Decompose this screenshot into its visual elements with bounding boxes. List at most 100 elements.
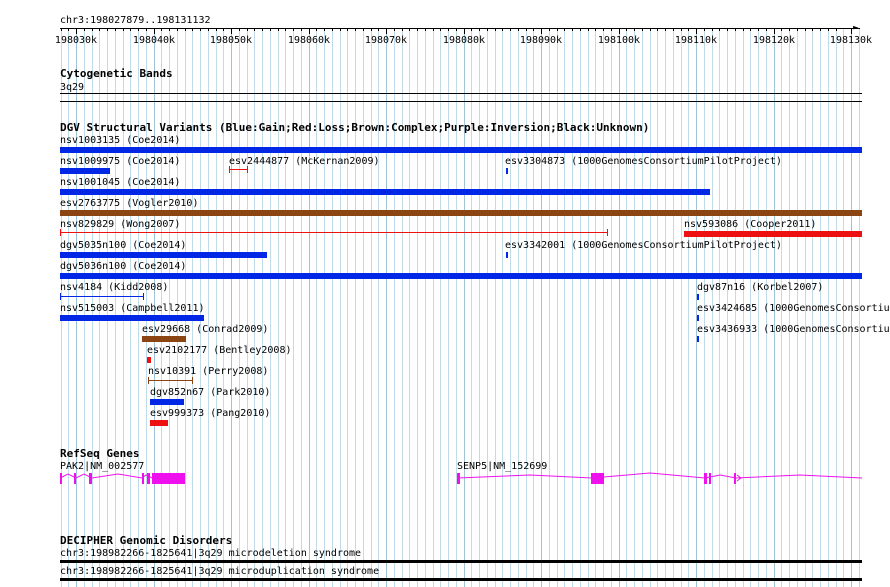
ruler-minor-tick [138,28,139,31]
ruler-minor-tick [464,28,465,31]
ruler-minor-tick [185,28,186,31]
grid-line [479,28,480,587]
dgv-feature-label[interactable]: nsv593086 (Cooper2011) [684,219,816,230]
dgv-feature-label[interactable]: esv2102177 (Bentley2008) [147,345,292,356]
ruler-minor-tick [657,28,658,31]
decipher-feature-bar[interactable] [60,578,862,581]
ruler-minor-tick [154,28,155,31]
dgv-feature-cap [60,293,61,300]
grid-line [657,28,658,587]
grid-line [433,28,434,587]
grid-line [502,28,503,587]
dgv-feature-line[interactable] [60,232,608,233]
cytoband-line [60,93,862,94]
dgv-feature-bar[interactable] [60,189,710,195]
ruler-minor-tick [278,28,279,31]
ruler-minor-tick [634,28,635,31]
grid-line [239,28,240,587]
dgv-feature-cap [247,166,248,173]
ruler-minor-tick [479,28,480,31]
grid-line [417,28,418,587]
ruler-minor-tick [626,28,627,31]
dgv-track-title[interactable]: DGV Structural Variants (Blue:Gain;Red:L… [60,122,649,133]
dgv-feature-label[interactable]: nsv1003135 (Coe2014) [60,135,180,146]
ruler-tick-label: 198070k [364,35,408,46]
dgv-feature-label[interactable]: nsv829829 (Wong2007) [60,219,180,230]
dgv-feature-label[interactable]: dgv852n67 (Park2010) [150,387,270,398]
ruler-minor-tick [216,28,217,31]
ruler-minor-tick [254,28,255,31]
refseq-gene-models[interactable] [0,465,890,489]
dgv-feature-label[interactable]: esv29668 (Conrad2009) [142,324,268,335]
dgv-feature-label[interactable]: nsv515003 (Campbell2011) [60,303,205,314]
grid-line [626,28,627,587]
dgv-feature-line[interactable] [148,380,193,381]
gene-exon [709,473,711,484]
dgv-feature-bar[interactable] [150,399,184,405]
dgv-feature-label[interactable]: nsv10391 (Perry2008) [148,366,268,377]
ruler-minor-tick [735,28,736,31]
dgv-feature-label[interactable]: esv2763775 (Vogler2010) [60,198,198,209]
dgv-feature-bar[interactable] [150,420,168,426]
ruler-minor-tick [355,28,356,31]
dgv-feature-bar[interactable] [60,315,204,321]
dgv-feature-label[interactable]: esv3436933 (1000GenomesConsortiumPilotPr… [697,324,890,335]
grid-line [378,28,379,587]
dgv-feature-label[interactable]: nsv4184 (Kidd2008) [60,282,168,293]
dgv-feature-label[interactable]: nsv1009975 (Coe2014) [60,156,180,167]
dgv-feature-label[interactable]: esv3342001 (1000GenomesConsortiumPilotPr… [505,240,782,251]
dgv-feature-bar[interactable] [697,294,699,300]
cytoband-track-title[interactable]: Cytogenetic Bands [60,68,173,79]
grid-line [409,28,410,587]
dgv-feature-bar[interactable] [60,147,862,153]
dgv-feature-label[interactable]: esv3424685 (1000GenomesConsortiumPilotPr… [697,303,890,314]
ruler-minor-tick [603,28,604,31]
dgv-feature-line[interactable] [229,169,248,170]
ruler-minor-tick [619,28,620,31]
grid-line [394,28,395,587]
dgv-feature-label[interactable]: esv3304873 (1000GenomesConsortiumPilotPr… [505,156,782,167]
ruler-minor-tick [262,28,263,31]
dgv-feature-label[interactable]: dgv5035n100 (Coe2014) [60,240,186,251]
dgv-feature-bar[interactable] [697,336,699,342]
ruler-minor-tick [781,28,782,31]
dgv-feature-bar[interactable] [506,168,508,174]
grid-line [402,28,403,587]
ruler-minor-tick [526,28,527,31]
dgv-feature-label[interactable]: nsv1001045 (Coe2014) [60,177,180,188]
gene-intron-line [59,473,153,479]
ruler-minor-tick [293,28,294,31]
grid-line [634,28,635,587]
dgv-feature-bar[interactable] [684,231,862,237]
dgv-feature-bar[interactable] [60,273,862,279]
ruler-minor-tick [572,28,573,31]
gene-exon [704,473,707,484]
dgv-feature-bar[interactable] [60,252,267,258]
ruler-minor-tick [665,28,666,31]
decipher-feature-bar[interactable] [60,560,862,563]
dgv-feature-bar[interactable] [60,210,862,216]
ruler-minor-tick [309,28,310,31]
refseq-track-title[interactable]: RefSeq Genes [60,448,139,459]
dgv-feature-label[interactable]: dgv5036n100 (Coe2014) [60,261,186,272]
dgv-feature-bar[interactable] [697,315,699,321]
grid-line [681,28,682,587]
dgv-feature-label[interactable]: dgv87n16 (Korbel2007) [697,282,823,293]
dgv-feature-bar[interactable] [147,357,151,363]
dgv-feature-label[interactable]: esv2444877 (McKernan2009) [229,156,380,167]
ruler-minor-tick [681,28,682,31]
ruler-minor-tick [402,28,403,31]
dgv-feature-label[interactable]: esv999373 (Pang2010) [150,408,270,419]
ruler-minor-tick [650,28,651,31]
decipher-feature-label[interactable]: chr3:198982266-1825641|3q29 microduplica… [60,566,379,577]
dgv-feature-bar[interactable] [60,168,110,174]
grid-line [355,28,356,587]
dgv-feature-cap [192,377,193,384]
grid-line [619,28,620,587]
dgv-feature-bar[interactable] [506,252,508,258]
dgv-feature-bar[interactable] [142,336,186,342]
decipher-feature-label[interactable]: chr3:198982266-1825641|3q29 microdeletio… [60,548,361,559]
dgv-feature-line[interactable] [60,296,144,297]
decipher-track-title[interactable]: DECIPHER Genomic Disorders [60,535,232,546]
ruler-minor-tick [99,28,100,31]
